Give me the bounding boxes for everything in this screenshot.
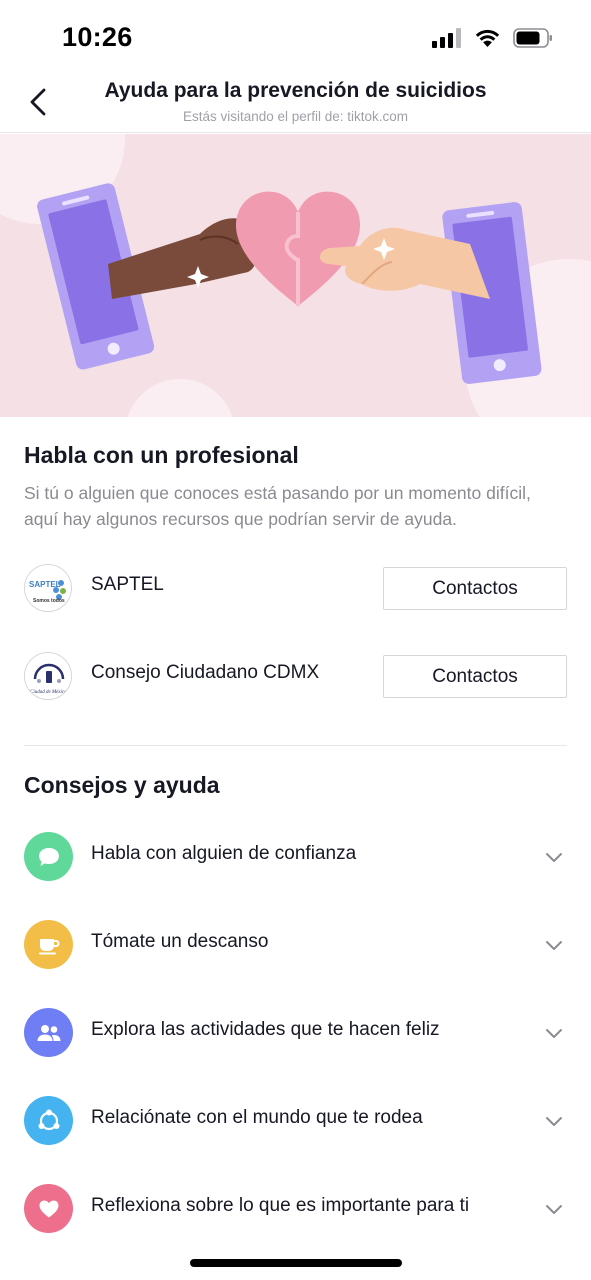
chevron-down-icon bbox=[546, 1117, 562, 1126]
tip-label: Reflexiona sobre lo que es importante pa… bbox=[91, 1195, 470, 1216]
resource-row-saptel: SAPTEL Somos todos SAPTEL Contactos bbox=[24, 560, 567, 616]
status-time: 10:26 bbox=[62, 22, 133, 52]
tip-label: Habla con alguien de confianza bbox=[91, 843, 357, 864]
tips-section-title: Consejos y ayuda bbox=[24, 772, 220, 798]
tip-label: Relaciónate con el mundo que te rodea bbox=[91, 1107, 423, 1128]
header: Ayuda para la prevención de suicidios Es… bbox=[0, 78, 591, 133]
tip-icon-circle bbox=[24, 920, 73, 969]
page-title: Ayuda para la prevención de suicidios bbox=[104, 79, 487, 102]
tip-row-take-a-break[interactable]: Tómate un descanso bbox=[24, 916, 567, 972]
tip-row-explore-activities[interactable]: Explora las actividades que te hacen fel… bbox=[24, 1004, 567, 1060]
tip-icon-circle bbox=[24, 1184, 73, 1233]
consejo-logo-text: Ciudad de México bbox=[30, 690, 67, 695]
consejo-ciudadano-contacts-button[interactable]: Contactos bbox=[383, 655, 567, 698]
tip-label: Explora las actividades que te hacen fel… bbox=[91, 1019, 440, 1040]
cellular-signal-icon bbox=[432, 28, 461, 48]
people-icon bbox=[37, 1024, 60, 1041]
chevron-down-icon bbox=[546, 1205, 562, 1214]
tip-icon-circle bbox=[24, 1096, 73, 1145]
consejo-ciudadano-logo: Ciudad de México bbox=[24, 652, 72, 700]
tip-icon-circle bbox=[24, 832, 73, 881]
page-subtitle: Estás visitando el perfil de: tiktok.com bbox=[182, 109, 409, 124]
home-indicator[interactable] bbox=[190, 1259, 402, 1267]
hands-heart-illustration bbox=[0, 134, 591, 417]
tip-row-talk-to-someone[interactable]: Habla con alguien de confianza bbox=[24, 828, 567, 884]
chat-bubble-icon bbox=[38, 847, 59, 866]
resource-row-consejo-ciudadano: Ciudad de México Consejo Ciudadano CDMX … bbox=[24, 648, 567, 704]
coffee-cup-icon bbox=[38, 938, 60, 954]
wifi-icon bbox=[475, 29, 500, 47]
saptel-logo: SAPTEL Somos todos bbox=[24, 564, 72, 612]
section-divider bbox=[24, 745, 567, 746]
professional-section-title: Habla con un profesional bbox=[24, 442, 299, 468]
network-icon bbox=[38, 1109, 59, 1130]
resource-name-consejo-ciudadano: Consejo Ciudadano CDMX bbox=[91, 662, 320, 683]
heart-icon bbox=[39, 1200, 58, 1217]
tip-icon-circle bbox=[24, 1008, 73, 1057]
chevron-down-icon bbox=[546, 1029, 562, 1038]
status-bar: 10:26 bbox=[0, 0, 591, 78]
professional-section-description: Si tú o alguien que conoces está pasando… bbox=[24, 483, 531, 529]
battery-icon bbox=[513, 28, 552, 48]
resource-name-saptel: SAPTEL bbox=[91, 574, 164, 595]
saptel-contacts-button[interactable]: Contactos bbox=[383, 567, 567, 610]
hero-illustration bbox=[0, 134, 591, 417]
status-icons bbox=[432, 28, 553, 48]
tip-row-connect-with-world[interactable]: Relaciónate con el mundo que te rodea bbox=[24, 1092, 567, 1148]
tip-row-reflect-on-what-matters[interactable]: Reflexiona sobre lo que es importante pa… bbox=[24, 1180, 567, 1236]
chevron-down-icon bbox=[546, 853, 562, 862]
saptel-logo-caption: Somos todos bbox=[33, 598, 65, 604]
tip-label: Tómate un descanso bbox=[91, 931, 269, 952]
chevron-down-icon bbox=[546, 941, 562, 950]
